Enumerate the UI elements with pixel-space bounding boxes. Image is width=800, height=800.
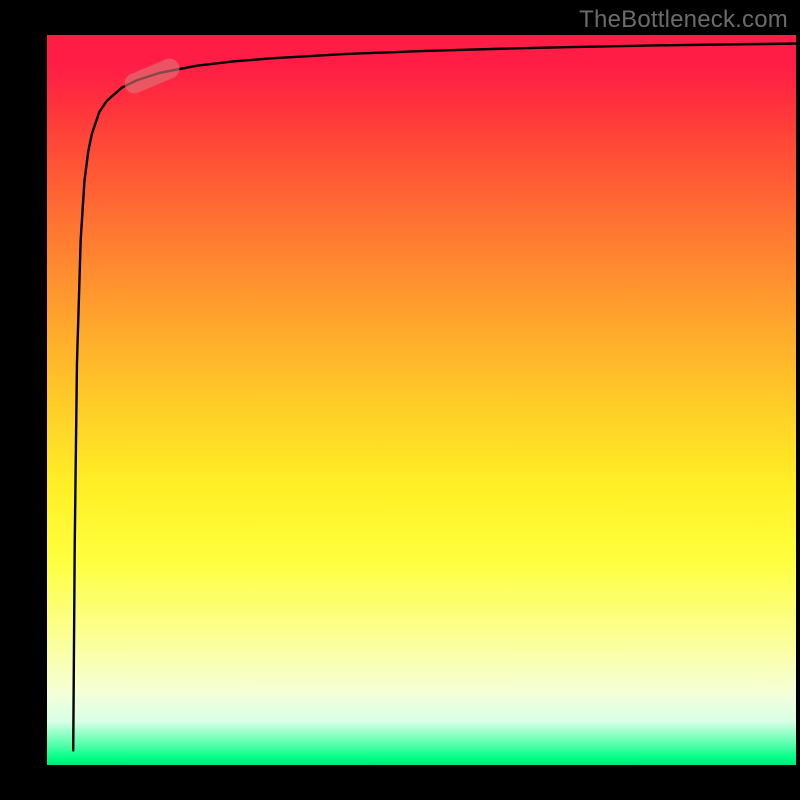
curve-layer bbox=[47, 35, 796, 765]
watermark-text: TheBottleneck.com bbox=[579, 6, 788, 34]
bottleneck-curve bbox=[73, 44, 796, 751]
chart-frame: TheBottleneck.com bbox=[0, 0, 800, 800]
